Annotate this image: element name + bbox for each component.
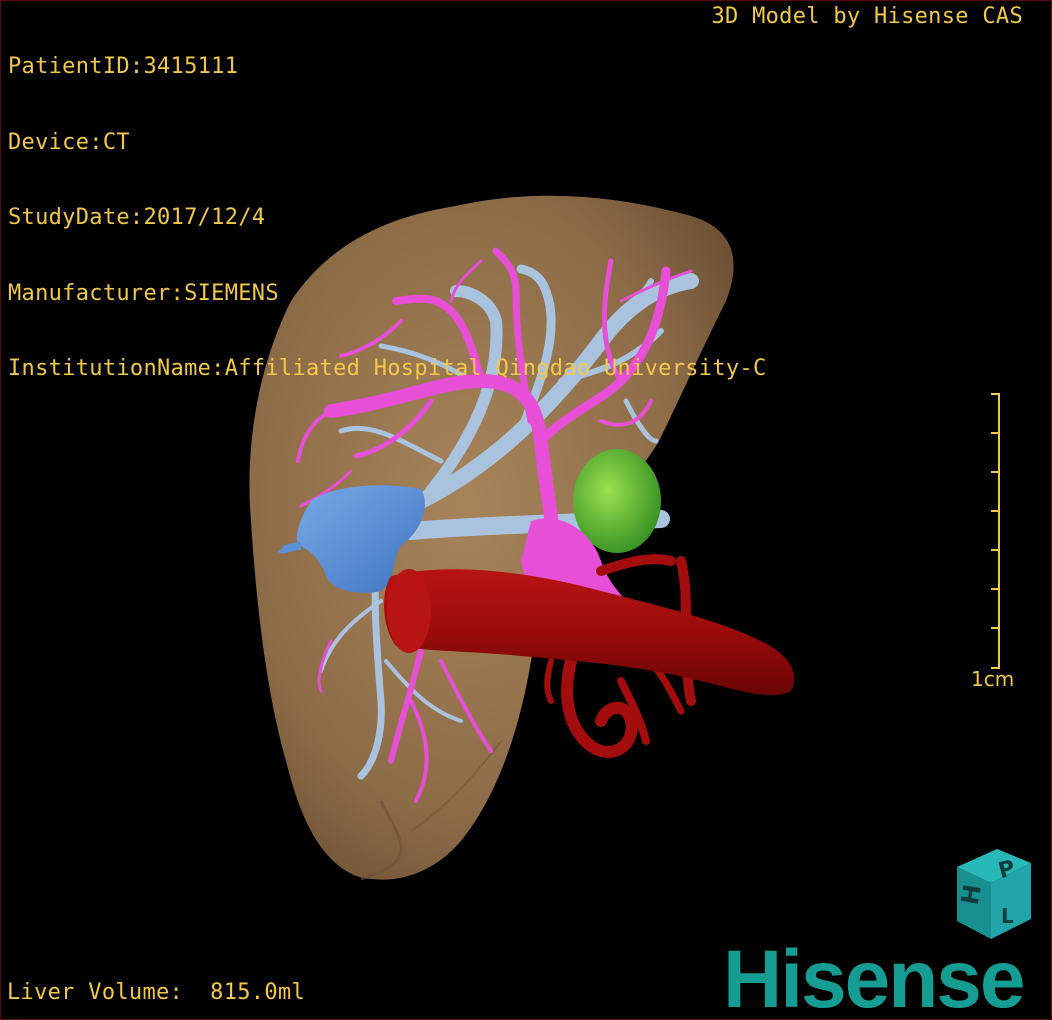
3d-model-viewport[interactable]: PatientID:3415111 Device:CT StudyDate:20… <box>0 0 1052 1020</box>
hisense-logo-text: Hisense <box>723 935 1024 1015</box>
patient-id: PatientID:3415111 <box>8 54 239 79</box>
hisense-logo: Hisense <box>723 935 1026 1015</box>
study-date: StudyDate:2017/12/4 <box>8 205 266 230</box>
patient-info-overlay: PatientID:3415111 Device:CT StudyDate:20… <box>8 4 767 432</box>
model-credit: 3D Model by Hisense CAS <box>711 4 1023 29</box>
institution-name: InstitutionName:Affiliated Hospital Qing… <box>8 356 767 381</box>
scale-bar <box>991 393 1000 669</box>
liver-volume: Liver Volume: 815.0ml <box>7 980 305 1005</box>
device: Device:CT <box>8 129 130 155</box>
orientation-cube[interactable]: H P L <box>939 847 1039 943</box>
scale-label: 1cm <box>971 667 1015 691</box>
manufacturer: Manufacturer:SIEMENS <box>8 280 279 306</box>
cube-face-front: L <box>1001 904 1014 928</box>
